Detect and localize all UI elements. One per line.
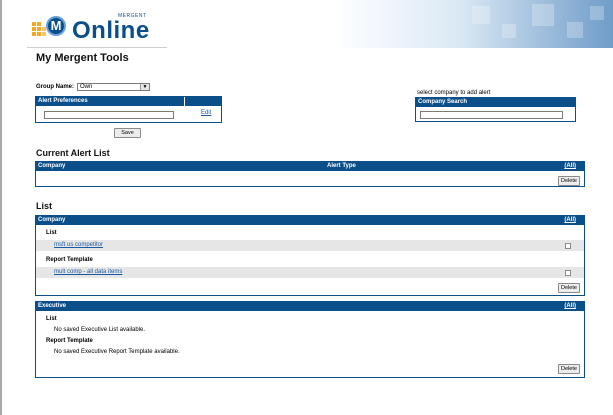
- company-search-input[interactable]: [420, 111, 563, 119]
- group-name-row: Group Name: Own ▼: [36, 82, 151, 92]
- alert-preferences-panel: Alert Preferences Edit: [35, 96, 222, 123]
- executive-panel-title: Executive: [38, 303, 67, 309]
- company-search-hint: select company to add alert: [417, 90, 491, 96]
- executive-report-heading: Report Template: [46, 338, 93, 344]
- header: M MERGENT Online: [2, 0, 613, 48]
- company-panel-title: Company: [38, 217, 66, 223]
- mergent-logo[interactable]: M MERGENT Online: [32, 12, 172, 46]
- executive-report-empty: No saved Executive Report Template avail…: [54, 349, 180, 355]
- executive-list-panel: Executive (All) List No saved Executive …: [35, 301, 585, 378]
- company-panel-header: Company (All): [36, 216, 584, 225]
- executive-delete-button[interactable]: Delete: [558, 364, 580, 374]
- company-delete-button[interactable]: Delete: [558, 283, 580, 293]
- current-alert-list-panel: Company Alert Type (All) Delete: [35, 161, 585, 187]
- executive-panel-header: Executive (All): [36, 302, 584, 311]
- list-item-link[interactable]: msft us competitor: [54, 242, 103, 248]
- group-name-select[interactable]: Own ▼: [77, 83, 151, 91]
- delete-button[interactable]: Delete: [558, 176, 580, 186]
- company-list-heading: List: [46, 230, 57, 236]
- company-select-all-link[interactable]: (All): [564, 216, 576, 225]
- page-title: My Mergent Tools: [36, 52, 129, 64]
- executive-list-heading: List: [46, 316, 57, 322]
- report-template-link[interactable]: mult comp - all data items: [54, 269, 122, 275]
- company-search-panel: Company Search: [415, 97, 576, 122]
- report-template-item: mult comp - all data items: [36, 267, 584, 278]
- list-section-title: List: [36, 201, 53, 211]
- logo-m-icon: M: [46, 16, 66, 36]
- executive-list-empty: No saved Executive List available.: [54, 327, 146, 333]
- alert-preferences-input[interactable]: [44, 111, 174, 119]
- chevron-down-icon[interactable]: ▼: [140, 84, 150, 90]
- list-item: msft us competitor: [36, 240, 584, 251]
- page: M MERGENT Online My Mergent Tools Group …: [0, 0, 613, 415]
- header-divider: [27, 47, 167, 48]
- alert-preferences-header: Alert Preferences: [36, 97, 221, 106]
- save-button[interactable]: Save: [114, 128, 141, 138]
- header-banner: [332, 0, 613, 48]
- executive-select-all-link[interactable]: (All): [564, 302, 576, 311]
- report-template-checkbox[interactable]: [565, 270, 571, 276]
- group-name-value: Own: [80, 84, 93, 90]
- company-report-heading: Report Template: [46, 257, 93, 263]
- current-alert-list-title: Current Alert List: [36, 148, 110, 158]
- edit-link[interactable]: Edit: [201, 110, 211, 116]
- column-company: Company: [38, 163, 66, 169]
- left-divider: [0, 0, 2, 415]
- list-item-checkbox[interactable]: [565, 243, 571, 249]
- column-alert-type: Alert Type: [327, 163, 356, 169]
- alert-preferences-title: Alert Preferences: [38, 98, 88, 104]
- select-all-link[interactable]: (All): [564, 162, 576, 171]
- current-alert-list-header: Company Alert Type (All): [36, 162, 584, 171]
- logo-online-text: Online: [72, 17, 150, 44]
- company-list-panel: Company (All) List msft us competitor Re…: [35, 215, 585, 296]
- company-search-header: Company Search: [416, 98, 575, 107]
- group-name-label: Group Name:: [36, 84, 75, 90]
